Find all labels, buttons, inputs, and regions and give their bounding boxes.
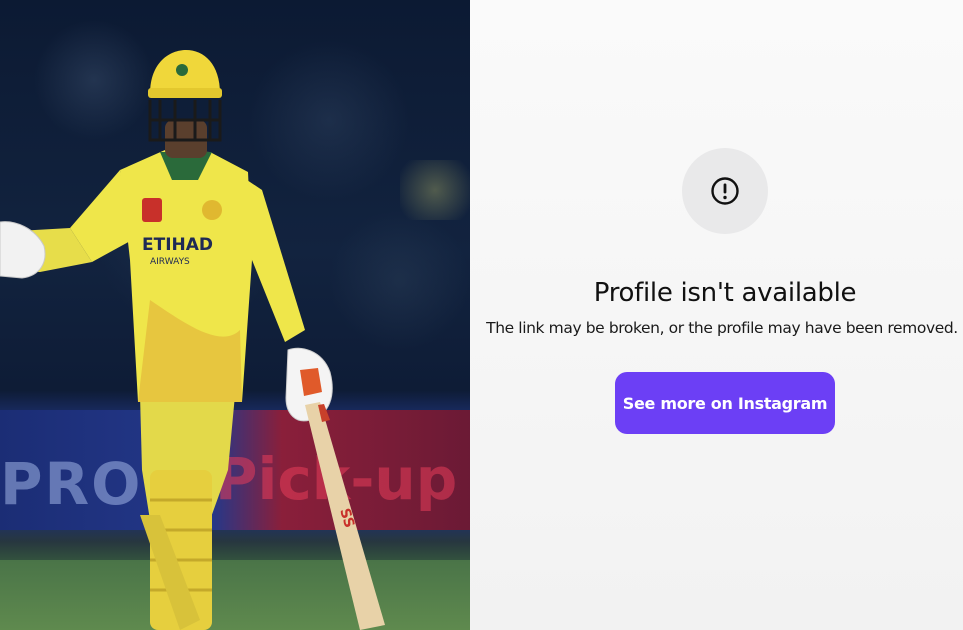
alert-icon-circle: [682, 148, 768, 234]
page-subtitle: The link may be broken, or the profile m…: [486, 319, 958, 337]
cricketer-figure: SS ETIHAD AIRWAYS: [0, 50, 385, 630]
jersey-sponsor-sub: AIRWAYS: [150, 257, 190, 267]
jersey-sponsor: ETIHAD: [142, 235, 213, 255]
screenshot-frame: PROD Pick-up: [0, 0, 963, 630]
player-photo: PROD Pick-up: [0, 0, 470, 630]
see-more-on-instagram-button[interactable]: See more on Instagram: [615, 372, 835, 434]
exclamation-circle-icon: [711, 177, 739, 205]
team-badge: [142, 198, 162, 222]
team-crest: [202, 200, 222, 220]
profile-unavailable-panel: Profile isn't available The link may be …: [470, 0, 963, 630]
page-title: Profile isn't available: [593, 278, 857, 308]
